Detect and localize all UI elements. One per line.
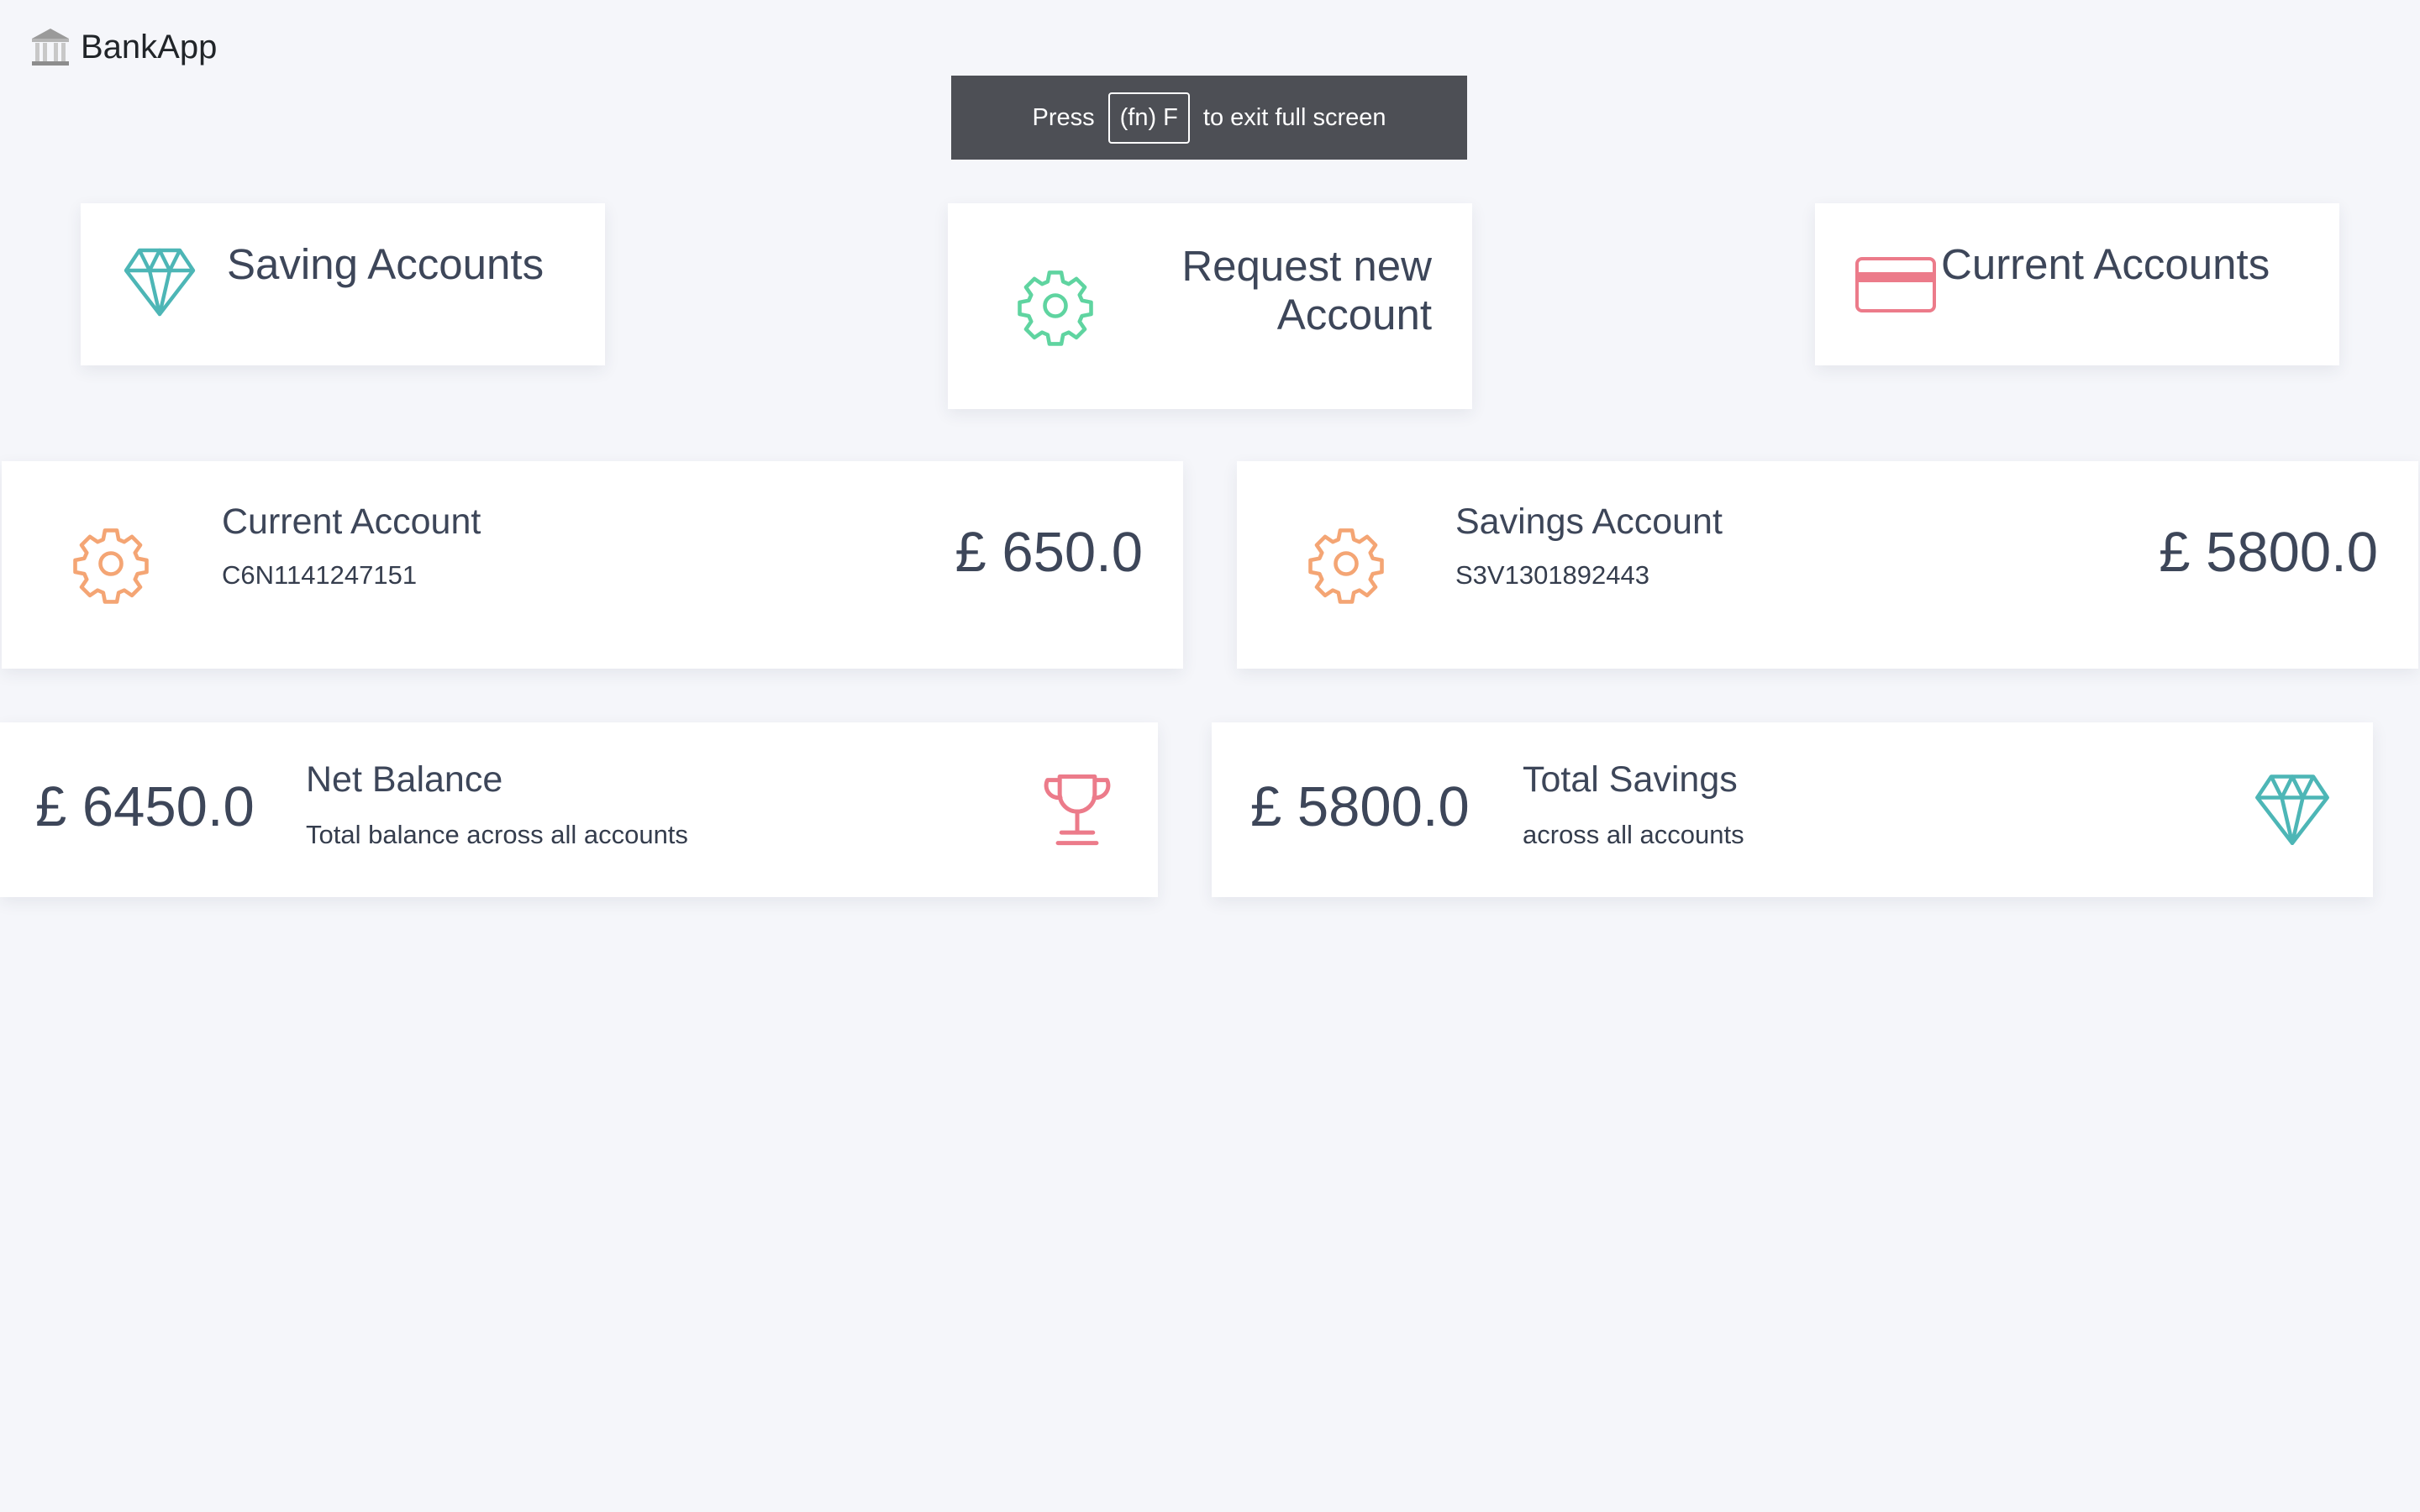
- total-savings-title: Total Savings: [1523, 759, 1738, 800]
- saving-accounts-card[interactable]: Saving Accounts: [81, 203, 605, 365]
- diamond-icon: [119, 240, 200, 321]
- fullscreen-key-hint: (fn) F: [1107, 92, 1190, 144]
- gear-icon: [69, 522, 153, 606]
- fullscreen-notice-prefix: Press: [1032, 103, 1095, 131]
- total-savings-value: £ 5800.0: [1250, 775, 1470, 838]
- request-title-line1: Request new: [1181, 242, 1432, 290]
- gear-icon: [1304, 522, 1388, 606]
- saving-accounts-title: Saving Accounts: [227, 240, 544, 288]
- net-balance-card: £ 6450.0 Net Balance Total balance acros…: [0, 722, 1158, 897]
- account-number: S3V1301892443: [1455, 560, 1650, 590]
- net-balance-subtitle: Total balance across all accounts: [306, 820, 688, 849]
- account-balance: £ 5800.0: [2159, 521, 2378, 584]
- request-new-account-card[interactable]: Request new Account: [948, 203, 1472, 409]
- account-balance: £ 650.0: [955, 521, 1143, 584]
- diamond-icon: [2250, 766, 2334, 850]
- gear-icon: [1013, 264, 1097, 348]
- net-balance-value: £ 6450.0: [35, 775, 255, 838]
- total-savings-subtitle: across all accounts: [1523, 820, 1744, 849]
- net-balance-title: Net Balance: [306, 759, 503, 800]
- fullscreen-notice: Press (fn) F to exit full screen: [951, 76, 1467, 160]
- account-card-savings[interactable]: Savings Account S3V1301892443 £ 5800.0: [1237, 461, 2418, 669]
- current-accounts-card[interactable]: Current Accounts: [1815, 203, 2339, 365]
- app-name: BankApp: [81, 28, 218, 66]
- current-accounts-title: Current Accounts: [1941, 240, 2270, 288]
- trophy-icon: [1035, 766, 1119, 850]
- account-number: C6N1141247151: [222, 560, 418, 590]
- account-name: Current Account: [222, 501, 481, 542]
- bank-building-icon: [29, 25, 72, 69]
- account-card-current[interactable]: Current Account C6N1141247151 £ 650.0: [2, 461, 1183, 669]
- fullscreen-notice-suffix: to exit full screen: [1202, 103, 1386, 131]
- total-savings-card: £ 5800.0 Total Savings across all accoun…: [1212, 722, 2373, 897]
- request-new-account-title: Request new Account: [1181, 242, 1432, 339]
- request-title-line2: Account: [1276, 291, 1432, 339]
- credit-card-icon: [1854, 255, 1938, 314]
- brand[interactable]: BankApp: [29, 25, 217, 69]
- account-name: Savings Account: [1455, 501, 1723, 542]
